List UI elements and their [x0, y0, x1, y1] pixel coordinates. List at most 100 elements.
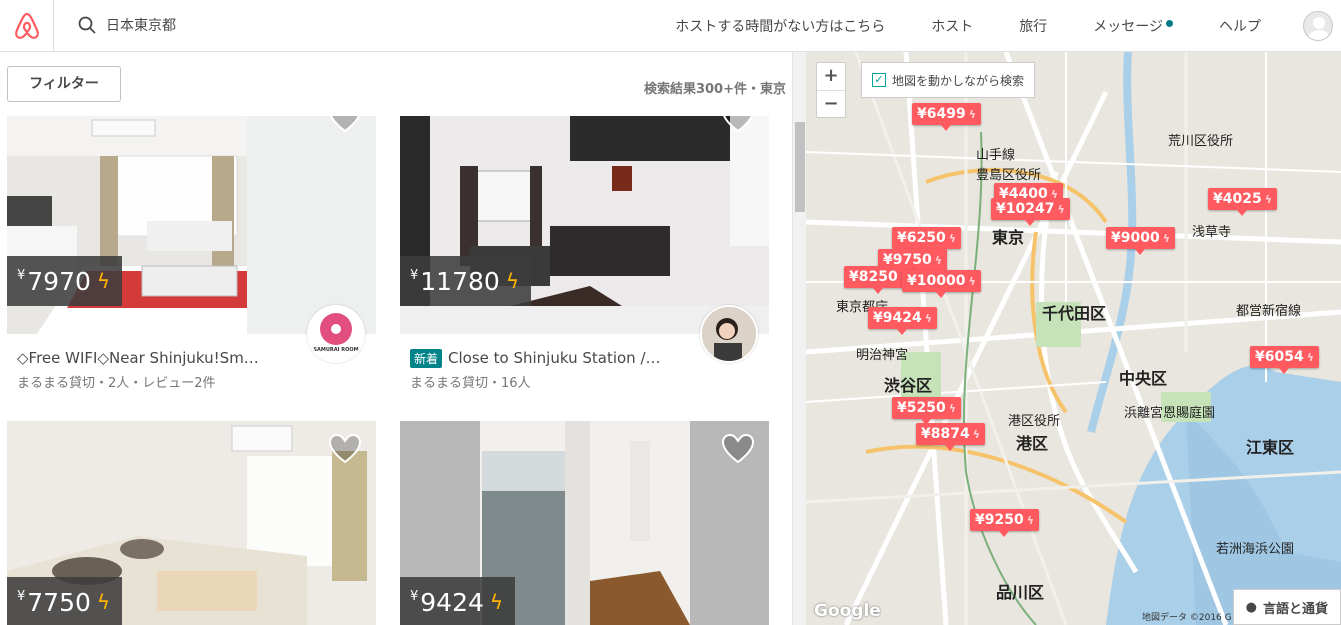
globe-icon: ●	[1245, 599, 1257, 615]
map-price-pin[interactable]: ¥8874 ϟ	[916, 423, 985, 451]
instant-book-icon: ϟ	[934, 254, 942, 267]
price-value: 9424	[420, 587, 484, 617]
pin-price: ¥4025	[1213, 191, 1262, 207]
checkbox-checked-icon[interactable]: ✓	[872, 73, 886, 87]
instant-book-icon: ϟ	[968, 108, 976, 121]
map-label-toei-shinjuku: 都営新宿線	[1236, 304, 1302, 319]
instant-book-icon: ϟ	[489, 590, 504, 614]
map-label-arakawa-office: 荒川区役所	[1168, 134, 1234, 149]
zoom-out-button[interactable]: −	[817, 91, 845, 118]
price-value: 7970	[27, 266, 91, 296]
instant-book-icon: ϟ	[1057, 203, 1065, 216]
top-header: 日本東京都 ホストする時間がない方はこちら ホスト 旅行 メッセージ ヘルプ	[0, 0, 1341, 52]
listing-title-text: Close to Shinjuku Station /…	[448, 349, 661, 367]
pin-price: ¥8250	[849, 269, 898, 285]
map-label-toshima-office: 豊島区役所	[976, 168, 1042, 183]
currency-symbol: ¥	[17, 268, 26, 283]
pin-price: ¥6250	[897, 230, 946, 246]
instant-book-icon: ϟ	[1264, 193, 1272, 206]
heart-icon[interactable]	[721, 433, 755, 465]
results-count: 検索結果300+件・東京	[643, 82, 786, 97]
map-price-pin[interactable]: ¥6250 ϟ	[892, 227, 961, 255]
pin-price: ¥5250	[897, 400, 946, 416]
listing-title[interactable]: ◇Free WIFI◇Near Shinjuku!Sm…	[17, 349, 317, 367]
map-label-shinagawa: 品川区	[996, 583, 1045, 602]
listing-scrollbar[interactable]	[792, 52, 806, 625]
google-logo: Google	[814, 601, 881, 621]
search-bar[interactable]: 日本東京都	[78, 10, 176, 40]
currency-symbol: ¥	[17, 589, 26, 604]
currency-symbol: ¥	[410, 589, 419, 604]
messages-label: メッセージ	[1093, 18, 1163, 35]
listing-card[interactable]: ¥9424 ϟ	[400, 421, 769, 625]
listing-photo[interactable]: ¥9424 ϟ	[400, 421, 769, 625]
map-price-pin[interactable]: ¥9000 ϟ	[1106, 227, 1175, 255]
heart-icon[interactable]	[721, 116, 755, 134]
listing-panel: フィルター 検索結果300+件・東京 ¥7970 ϟ SAMURAI ROOM …	[0, 52, 792, 625]
listing-photo[interactable]: ¥11780 ϟ	[400, 116, 769, 334]
instant-book-icon: ϟ	[1026, 514, 1034, 527]
map-label-minato: 港区	[1016, 434, 1049, 453]
pin-price: ¥9250	[975, 512, 1024, 528]
new-badge: 新着	[410, 349, 443, 368]
scroll-thumb[interactable]	[795, 122, 805, 212]
pin-price: ¥9424	[873, 310, 922, 326]
instant-book-icon: ϟ	[1162, 232, 1170, 245]
trips-link[interactable]: 旅行	[1019, 16, 1047, 36]
map-price-pin[interactable]: ¥6499 ϟ	[912, 103, 981, 131]
map-price-pin[interactable]: ¥6054 ϟ	[1250, 346, 1319, 374]
host-link[interactable]: ホスト	[931, 16, 973, 36]
listing-title[interactable]: 新着 Close to Shinjuku Station /…	[410, 349, 710, 368]
listing-photo[interactable]: ¥7750 ϟ	[7, 421, 376, 625]
instant-book-icon: ϟ	[1306, 351, 1314, 364]
instant-book-icon: ϟ	[96, 590, 111, 614]
instant-book-icon: ϟ	[948, 402, 956, 415]
map-price-pin[interactable]: ¥9424 ϟ	[868, 307, 937, 335]
search-input[interactable]: 日本東京都	[106, 15, 176, 35]
listing-subtitle: まるまる貸切・2人・レビュー2件	[17, 376, 216, 391]
listing-card[interactable]: ¥7970 ϟ SAMURAI ROOM ◇Free WIFI◇Near Shin…	[7, 116, 376, 406]
unread-dot-icon	[1166, 19, 1173, 27]
pin-price: ¥9000	[1111, 230, 1160, 246]
map-label-shibuya: 渋谷区	[884, 376, 933, 395]
map-panel[interactable]: 東京 千代田区 中央区 渋谷区 港区 江東区 品川区 豊島区役所 荒川区役所 浜…	[806, 52, 1341, 625]
heart-icon[interactable]	[328, 433, 362, 465]
filter-bar: フィルター 検索結果300+件・東京	[0, 52, 792, 116]
airbnb-logo-icon[interactable]	[0, 0, 54, 51]
filter-button[interactable]: フィルター	[7, 66, 121, 102]
price-tag: ¥11780 ϟ	[400, 256, 532, 306]
map-price-pin[interactable]: ¥5250 ϟ	[892, 397, 961, 425]
host-badge-text: SAMURAI ROOM	[313, 347, 359, 353]
map-label-wakasu: 若洲海浜公園	[1216, 542, 1295, 557]
heart-icon[interactable]	[328, 116, 362, 134]
instant-book-icon: ϟ	[948, 232, 956, 245]
map-label-chiyoda: 千代田区	[1042, 304, 1107, 323]
map-price-pin[interactable]: ¥10000 ϟ	[902, 270, 981, 298]
listing-card[interactable]: ¥11780 ϟ 新着 Close to Shinjuku Station /… ま…	[400, 116, 769, 406]
pin-price: ¥8874	[921, 426, 970, 442]
price-value: 7750	[27, 587, 91, 617]
map-label-koto: 江東区	[1246, 438, 1295, 457]
help-link[interactable]: ヘルプ	[1219, 16, 1261, 36]
listing-card[interactable]: ¥7750 ϟ	[7, 421, 376, 625]
language-currency-label: 言語と通貨	[1262, 601, 1328, 617]
price-tag: ¥7750 ϟ	[7, 577, 123, 625]
listing-photo[interactable]: ¥7970 ϟ	[7, 116, 376, 334]
messages-link[interactable]: メッセージ	[1093, 16, 1173, 36]
map-price-pin[interactable]: ¥10247 ϟ	[991, 198, 1070, 226]
map-price-pin[interactable]: ¥9250 ϟ	[970, 509, 1039, 537]
search-as-move-toggle[interactable]: ✓ 地図を動かしながら検索	[861, 62, 1036, 98]
map-label-minato-office: 港区役所	[1008, 414, 1061, 429]
price-tag: ¥7970 ϟ	[7, 256, 123, 306]
price-tag: ¥9424 ϟ	[400, 577, 516, 625]
map-price-pin[interactable]: ¥4025 ϟ	[1208, 188, 1277, 216]
instant-book-icon: ϟ	[96, 269, 111, 293]
instant-book-icon: ϟ	[924, 312, 932, 325]
zoom-in-button[interactable]: +	[817, 63, 845, 90]
language-currency-button[interactable]: ● 言語と通貨	[1232, 589, 1341, 625]
map-label-chuo: 中央区	[1119, 369, 1168, 388]
map-label-sensoji: 浅草寺	[1192, 225, 1232, 240]
search-as-move-label: 地図を動かしながら検索	[892, 73, 1025, 88]
host-promo-link[interactable]: ホストする時間がない方はこちら	[675, 16, 885, 36]
user-avatar[interactable]	[1303, 10, 1333, 41]
